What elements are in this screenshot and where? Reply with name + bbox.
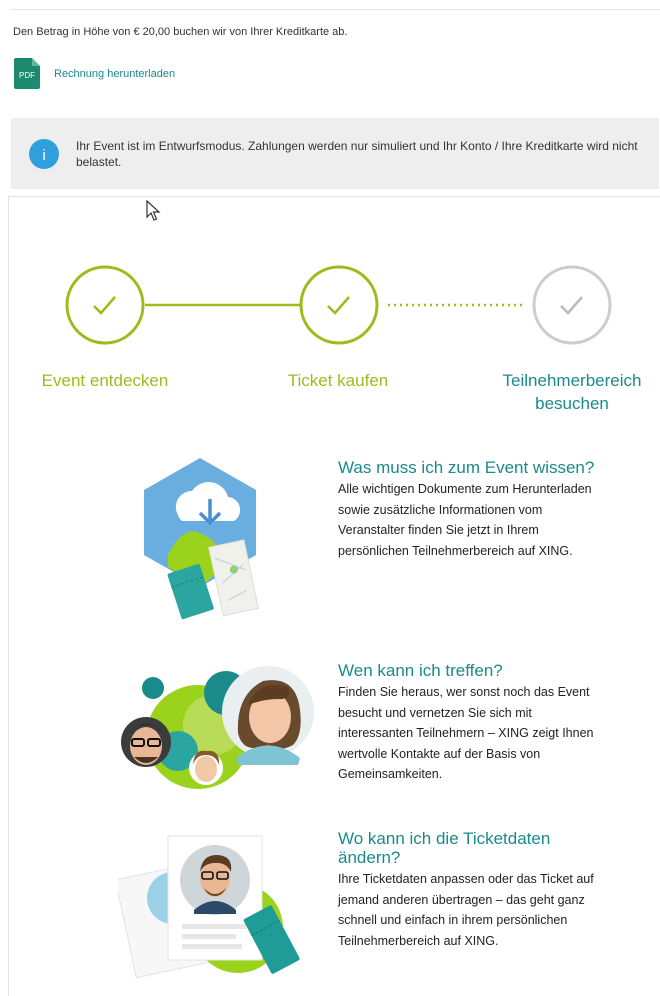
feature-event-info-title: Was muss ich zum Event wissen?	[338, 458, 595, 477]
feature-event-info-text: Alle wichtigen Dokumente zum Herunterlad…	[338, 482, 592, 558]
people-network-icon	[121, 666, 314, 789]
feature-ticket-data-text: Ihre Ticketdaten anpassen oder das Ticke…	[338, 872, 594, 948]
step-1-label: Event entdecken	[41, 371, 169, 390]
feature-networking-title: Wen kann ich treffen?	[338, 661, 503, 680]
cloud-download-icon	[144, 458, 260, 620]
feature-ticket-data: Wo kann ich die Ticketdaten ändern? Ihre…	[338, 829, 608, 951]
mouse-cursor-icon	[146, 200, 161, 221]
feature-ticket-data-title: Wo kann ich die Ticketdaten ändern?	[338, 829, 551, 867]
profile-ticket-icon	[118, 835, 300, 979]
step-3-label: Teilnehmerbereich besuchen	[502, 371, 642, 413]
feature-event-info: Was muss ich zum Event wissen? Alle wich…	[338, 458, 608, 561]
step-3-icon	[532, 265, 612, 345]
step-1-icon	[65, 265, 145, 345]
feature-networking: Wen kann ich treffen? Finden Sie heraus,…	[338, 661, 608, 785]
step-2-icon	[299, 265, 379, 345]
step-2-label: Ticket kaufen	[287, 371, 389, 390]
feature-networking-text: Finden Sie heraus, wer sonst noch das Ev…	[338, 685, 594, 781]
